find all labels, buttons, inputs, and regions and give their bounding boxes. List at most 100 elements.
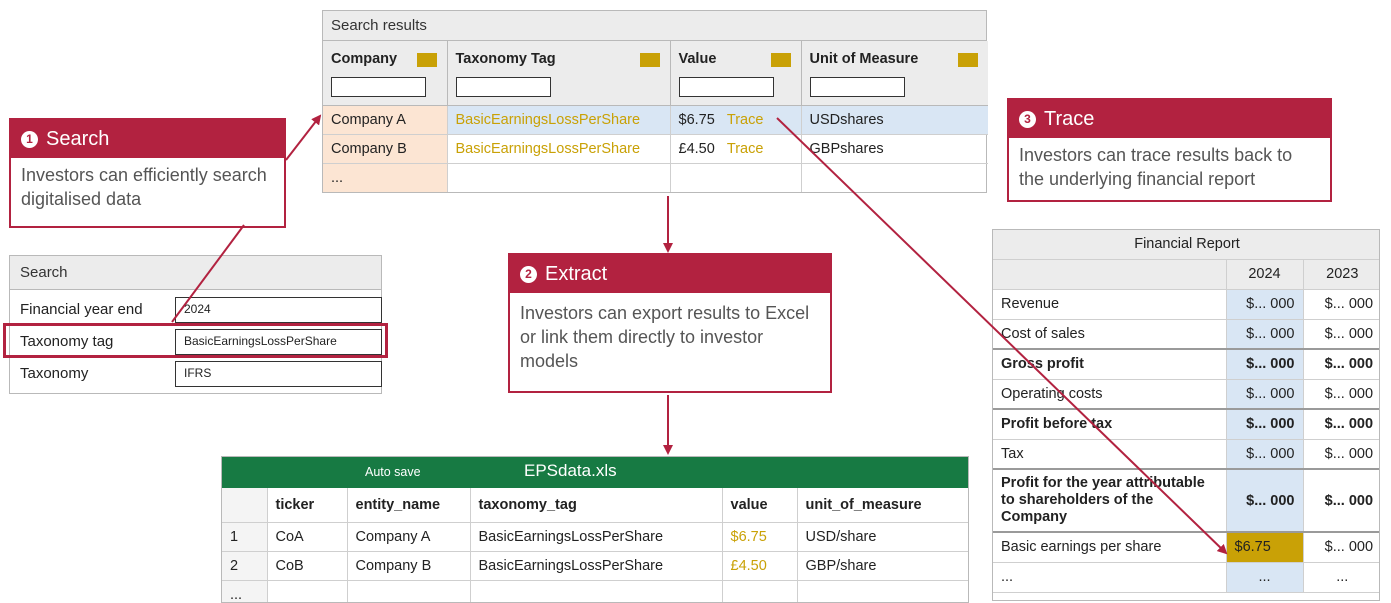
- callout-extract-title: Extract: [545, 263, 608, 285]
- cell-value: $6.75 Trace: [670, 105, 802, 135]
- search-results-table: Company Taxonomy Tag Value Unit of Measu…: [323, 41, 988, 192]
- cell-unit: USDshares: [801, 105, 988, 135]
- cell-company: Company A: [323, 105, 448, 135]
- row-index: 1: [222, 522, 268, 552]
- cell-taxonomy-tag[interactable]: BasicEarningsLossPerShare: [447, 105, 671, 135]
- excel-cell[interactable]: [722, 580, 798, 602]
- excel-cell[interactable]: [470, 580, 723, 602]
- column-header-unit[interactable]: Unit of Measure: [801, 41, 988, 106]
- field-label: Taxonomy: [20, 365, 89, 382]
- excel-filename: EPSdata.xls: [524, 461, 617, 480]
- table-row[interactable]: 1 CoA Company A BasicEarningsLossPerShar…: [222, 522, 968, 552]
- report-value-2023: $... 000: [1303, 469, 1379, 533]
- filter-input-taxonomy-tag[interactable]: [455, 77, 551, 97]
- report-value-2023: $... 000: [1303, 289, 1379, 320]
- report-value-2023: ...: [1303, 562, 1379, 593]
- cell-taxonomy-tag: [447, 163, 671, 192]
- report-value-2024: $... 000: [1226, 439, 1304, 470]
- excel-cell[interactable]: [797, 580, 968, 602]
- report-row: Profit before tax $... 000 $... 000: [993, 409, 1379, 440]
- financial-report-title-row: Financial Report: [993, 230, 1379, 260]
- table-row[interactable]: ...: [222, 580, 968, 602]
- excel-column-header[interactable]: unit_of_measure: [797, 488, 968, 523]
- cell-value: [670, 163, 802, 192]
- table-row[interactable]: Company B BasicEarningsLossPerShare £4.5…: [323, 134, 988, 164]
- financial-report-title: Financial Report: [993, 230, 1379, 260]
- filter-input-value[interactable]: [678, 77, 774, 97]
- step-number-icon: 1: [21, 131, 38, 148]
- autosave-toggle[interactable]: Auto save: [365, 465, 421, 479]
- report-row: Gross profit $... 000 $... 000: [993, 349, 1379, 380]
- excel-column-header[interactable]: ticker: [267, 488, 348, 523]
- callout-extract-header: 2 Extract: [510, 255, 830, 293]
- table-row[interactable]: ...: [323, 163, 988, 192]
- excel-cell[interactable]: Company B: [347, 551, 471, 581]
- filter-input-company[interactable]: [331, 77, 426, 97]
- row-index: ...: [222, 580, 268, 602]
- report-value-2023: $... 000: [1303, 349, 1379, 380]
- financial-report-table: Financial Report 2024 2023 Revenue $... 00…: [993, 230, 1379, 593]
- filter-swatch-icon[interactable]: [416, 53, 437, 67]
- filter-swatch-icon[interactable]: [770, 53, 791, 67]
- excel-cell[interactable]: CoA: [267, 522, 348, 552]
- excel-table: ticker entity_name taxonomy_tag value un…: [222, 488, 968, 602]
- filter-input-unit[interactable]: [809, 77, 905, 97]
- table-row[interactable]: Company A BasicEarningsLossPerShare $6.7…: [323, 105, 988, 135]
- filter-swatch-icon[interactable]: [958, 53, 978, 67]
- report-value-2023: $... 000: [1303, 319, 1379, 350]
- search-field-row: Financial year end 2024: [10, 295, 382, 325]
- excel-spreadsheet: Auto save EPSdata.xls ticker entity_name…: [221, 456, 969, 603]
- report-row-label: Profit for the year attributable to shar…: [993, 469, 1227, 533]
- excel-cell[interactable]: [347, 580, 471, 602]
- report-value-2024: $... 000: [1226, 469, 1304, 533]
- excel-column-header[interactable]: value: [722, 488, 798, 523]
- excel-cell[interactable]: GBP/share: [797, 551, 968, 581]
- callout-trace: 3 Trace Investors can trace results back …: [1007, 98, 1332, 202]
- report-row-eps: Basic earnings per share $6.75 $... 000: [993, 532, 1379, 563]
- report-value-2023: $... 000: [1303, 532, 1379, 563]
- table-row[interactable]: 2 CoB Company B BasicEarningsLossPerShar…: [222, 551, 968, 581]
- search-results-caption: Search results: [323, 11, 986, 41]
- excel-cell[interactable]: £4.50: [722, 551, 798, 581]
- excel-cell[interactable]: USD/share: [797, 522, 968, 552]
- callout-search: 1 Search Investors can efficiently search…: [9, 118, 286, 228]
- column-header-value[interactable]: Value: [670, 41, 802, 106]
- report-row: Revenue $... 000 $... 000: [993, 289, 1379, 320]
- report-value-2023: $... 000: [1303, 379, 1379, 410]
- search-results-header-row: Company Taxonomy Tag Value Unit of Measu…: [323, 41, 988, 106]
- excel-cell[interactable]: BasicEarningsLossPerShare: [470, 551, 723, 581]
- cell-value: £4.50 Trace: [670, 134, 802, 164]
- filter-swatch-icon[interactable]: [639, 53, 660, 67]
- report-row-label: Revenue: [993, 289, 1227, 320]
- year-header-row: 2024 2023: [993, 259, 1379, 290]
- taxonomy-tag-highlight: [3, 323, 388, 358]
- excel-cell[interactable]: CoB: [267, 551, 348, 581]
- callout-extract: 2 Extract Investors can export results to…: [508, 253, 832, 393]
- callout-search-header: 1 Search: [11, 120, 284, 158]
- financial-year-end-input[interactable]: 2024: [175, 297, 382, 323]
- column-header-company[interactable]: Company: [323, 41, 448, 106]
- callout-trace-header: 3 Trace: [1009, 100, 1330, 138]
- report-value-2023: $... 000: [1303, 409, 1379, 440]
- excel-title-bar: Auto save EPSdata.xls: [222, 457, 968, 488]
- excel-cell[interactable]: [267, 580, 348, 602]
- taxonomy-input[interactable]: IFRS: [175, 361, 382, 387]
- row-index-header: [222, 488, 268, 523]
- excel-column-header[interactable]: taxonomy_tag: [470, 488, 723, 523]
- cell-taxonomy-tag[interactable]: BasicEarningsLossPerShare: [447, 134, 671, 164]
- trace-link[interactable]: Trace: [727, 112, 764, 128]
- excel-cell[interactable]: $6.75: [722, 522, 798, 552]
- eps-value-2024: $6.75: [1226, 532, 1304, 563]
- report-row-label: ...: [993, 562, 1227, 593]
- callout-search-title: Search: [46, 128, 110, 150]
- callout-extract-body: Investors can export results to Excel or…: [520, 303, 810, 371]
- report-value-2024: $... 000: [1226, 319, 1304, 350]
- excel-column-header[interactable]: entity_name: [347, 488, 471, 523]
- excel-cell[interactable]: Company A: [347, 522, 471, 552]
- report-row-label: Profit before tax: [993, 409, 1227, 440]
- column-header-taxonomy-tag[interactable]: Taxonomy Tag: [447, 41, 671, 106]
- excel-cell[interactable]: BasicEarningsLossPerShare: [470, 522, 723, 552]
- callout-trace-body: Investors can trace results back to the …: [1019, 145, 1293, 189]
- financial-report-panel: Financial Report 2024 2023 Revenue $... 00…: [992, 229, 1380, 601]
- trace-link[interactable]: Trace: [727, 141, 764, 157]
